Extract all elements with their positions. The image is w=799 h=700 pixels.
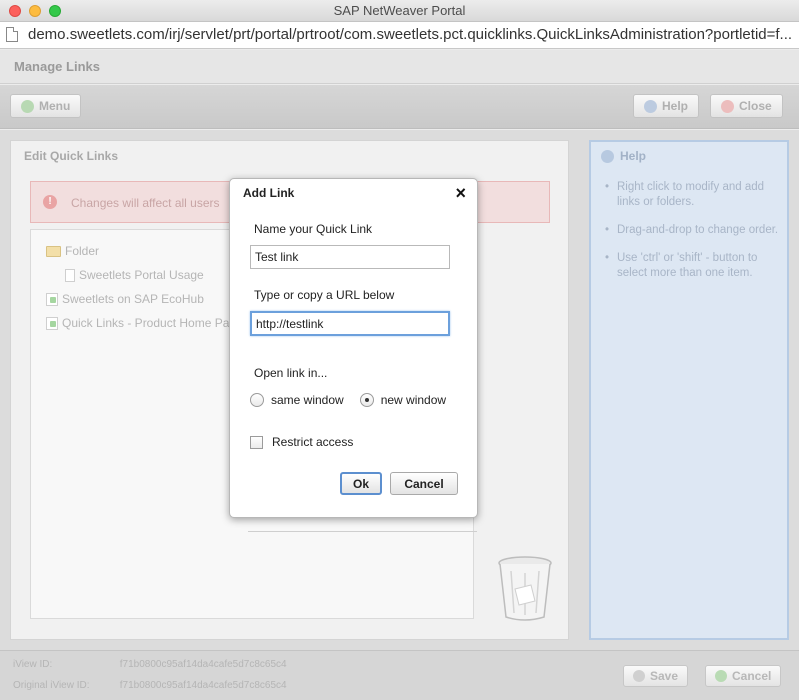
tree-item-ecohub[interactable]: Sweetlets on SAP EcoHub (46, 292, 204, 306)
window-title: SAP NetWeaver Portal (333, 3, 466, 18)
link-icon (46, 292, 58, 306)
tree-item-label: Sweetlets Portal Usage (79, 268, 204, 282)
tree-item-label: Folder (65, 244, 100, 258)
help-icon (644, 99, 657, 113)
help-button[interactable]: Help (633, 94, 700, 118)
portal-header: Manage Links (0, 50, 799, 84)
help-item: Use 'ctrl' or 'shift' - button to select… (603, 251, 783, 281)
add-link-dialog: Add Link × Name your Quick Link Type or … (229, 178, 478, 518)
dialog-cancel-button[interactable]: Cancel (390, 472, 458, 495)
new-window-label: new window (380, 393, 447, 407)
page-icon (6, 27, 18, 42)
close-button[interactable]: Close (710, 94, 783, 118)
tree-item-portal-usage[interactable]: Sweetlets Portal Usage (65, 268, 204, 282)
url-field-label: Type or copy a URL below (254, 288, 395, 302)
open-in-label: Open link in... (254, 366, 328, 380)
same-window-radio[interactable] (250, 393, 264, 407)
help-button-label: Help (662, 99, 689, 113)
tree-item-label: Quick Links - Product Home Pa (62, 316, 230, 330)
tree-item-folder[interactable]: Folder (46, 244, 99, 258)
original-iview-id-row: Original iView ID: f71b0800c95af14da4caf… (13, 680, 287, 691)
link-icon (46, 316, 58, 330)
portal-toolbar: Menu Help Close (0, 85, 799, 129)
help-icon (601, 149, 614, 163)
address-bar[interactable]: demo.sweetlets.com/irj/servlet/prt/porta… (0, 22, 799, 49)
restrict-access-label: Restrict access (272, 435, 354, 449)
tree-item-label: Sweetlets on SAP EcoHub (62, 292, 204, 306)
link-name-input[interactable] (250, 245, 450, 269)
save-button-label: Save (650, 669, 679, 683)
open-in-options: same window new window (250, 393, 446, 407)
restrict-access-row: Restrict access (250, 435, 353, 449)
edit-panel-title: Edit Quick Links (24, 149, 119, 163)
footer-cancel-label: Cancel (732, 669, 772, 683)
folder-icon (46, 245, 61, 257)
portal-footer: iView ID: f71b0800c95af14da4cafe5d7c8c65… (0, 650, 799, 700)
help-panel: Help Right click to modify and add links… (589, 140, 789, 640)
iview-id-label: iView ID: (13, 659, 53, 670)
help-list: Right click to modify and add links or f… (603, 180, 783, 294)
menu-arrow-icon (21, 99, 34, 113)
menu-button[interactable]: Menu (10, 94, 82, 118)
link-url-input[interactable] (250, 311, 450, 336)
document-icon (65, 268, 75, 282)
warning-text: Changes will affect all users (71, 196, 220, 210)
dialog-title: Add Link (243, 186, 295, 200)
footer-cancel-button[interactable]: Cancel (705, 665, 782, 687)
original-iview-id-label: Original iView ID: (13, 680, 90, 691)
iview-id-value: f71b0800c95af14da4cafe5d7c8c65c4 (119, 659, 287, 670)
new-window-radio[interactable] (359, 393, 374, 407)
restrict-access-checkbox[interactable] (250, 435, 263, 449)
tree-divider (248, 531, 477, 532)
warning-icon: ! (43, 195, 57, 209)
ok-button[interactable]: Ok (340, 472, 382, 495)
original-iview-id-value: f71b0800c95af14da4cafe5d7c8c65c4 (119, 680, 287, 691)
page-title: Manage Links (14, 59, 100, 74)
window-titlebar: SAP NetWeaver Portal (0, 0, 799, 22)
save-icon (633, 670, 645, 682)
same-window-label: same window (271, 393, 344, 407)
dialog-close-icon[interactable]: × (455, 183, 466, 203)
iview-id-row: iView ID: f71b0800c95af14da4cafe5d7c8c65… (13, 659, 287, 670)
name-field-label: Name your Quick Link (254, 222, 373, 236)
tree-item-product-home[interactable]: Quick Links - Product Home Pa (46, 316, 229, 330)
cancel-icon (715, 670, 727, 682)
help-item: Right click to modify and add links or f… (603, 180, 783, 210)
close-icon (721, 99, 734, 113)
help-panel-title: Help (620, 149, 647, 163)
trash-bin-icon[interactable] (497, 555, 553, 623)
help-item: Drag-and-drop to change order. (603, 223, 783, 238)
close-button-label: Close (739, 99, 772, 113)
save-button[interactable]: Save (623, 665, 689, 687)
menu-button-label: Menu (39, 99, 71, 113)
address-url[interactable]: demo.sweetlets.com/irj/servlet/prt/porta… (28, 26, 792, 43)
help-panel-header: Help (601, 149, 646, 163)
